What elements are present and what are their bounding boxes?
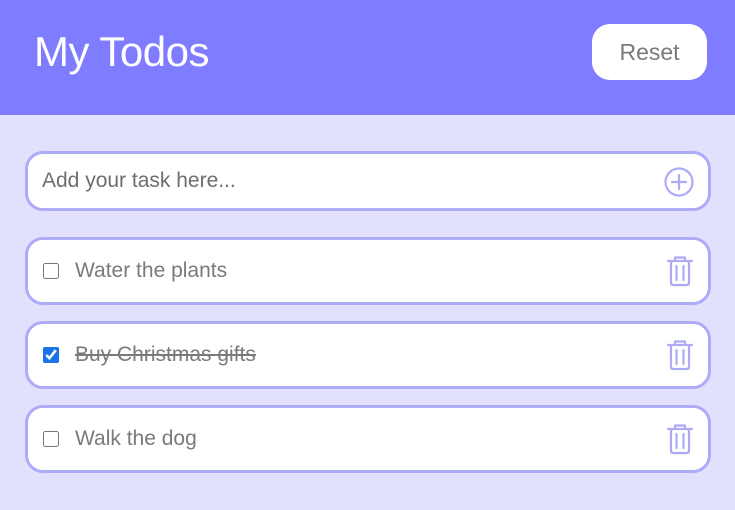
trash-icon[interactable]: [666, 339, 694, 371]
todo-item: Water the plants: [25, 237, 711, 305]
app-header: My Todos Reset: [0, 0, 735, 115]
todo-item: Buy Christmas gifts: [25, 321, 711, 389]
todo-text: Water the plants: [75, 259, 228, 282]
todo-checkbox[interactable]: [43, 347, 59, 363]
trash-icon[interactable]: [666, 255, 694, 287]
plus-circle-icon[interactable]: [664, 167, 694, 197]
todo-list: Water the plants Buy Christmas gifts Wal…: [25, 237, 711, 489]
todo-text: Buy Christmas gifts: [75, 343, 256, 366]
task-input-container: [25, 151, 711, 211]
task-input[interactable]: [42, 154, 642, 208]
todo-text: Walk the dog: [75, 427, 197, 450]
reset-button[interactable]: Reset: [592, 24, 707, 80]
todo-checkbox[interactable]: [43, 263, 59, 279]
todo-checkbox[interactable]: [43, 431, 59, 447]
todo-item: Walk the dog: [25, 405, 711, 473]
trash-icon[interactable]: [666, 423, 694, 455]
page-title: My Todos: [34, 28, 209, 75]
